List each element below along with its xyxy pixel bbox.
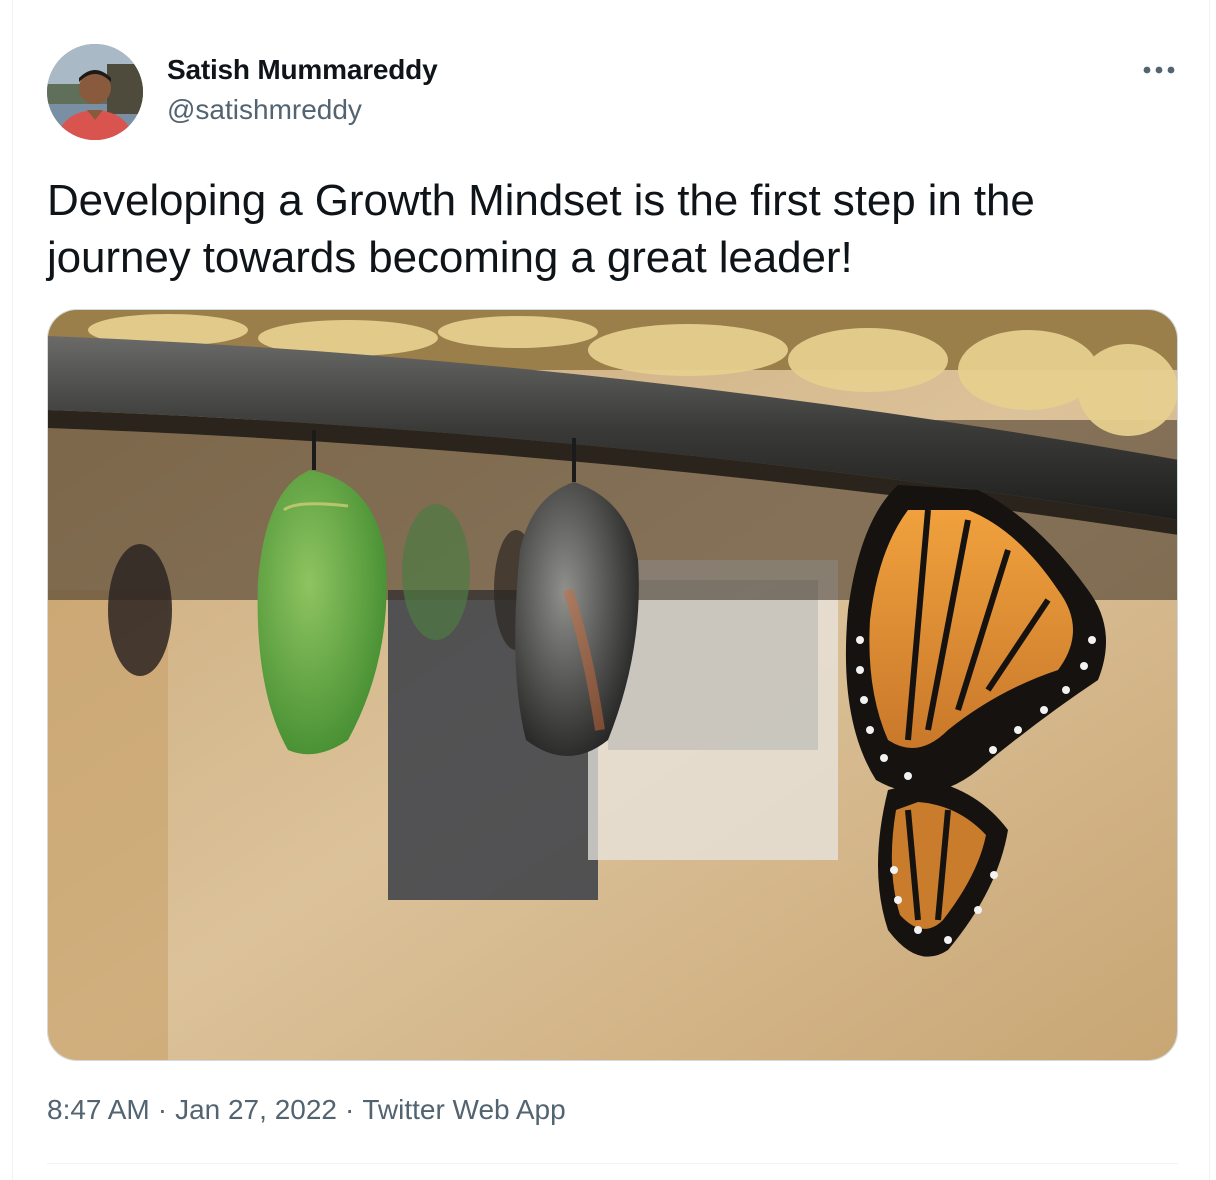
- tweet-card: Satish Mummareddy @satishmreddy Developi…: [12, 0, 1210, 1180]
- tweet-media[interactable]: [47, 309, 1178, 1061]
- author-display-name[interactable]: Satish Mummareddy: [167, 54, 438, 86]
- meta-separator: ·: [344, 1094, 355, 1125]
- tweet-time[interactable]: 8:47 AM: [47, 1094, 150, 1125]
- photo-chrysalis-butterfly-icon: [48, 310, 1177, 1060]
- avatar-photo-icon: [47, 44, 143, 140]
- divider: [47, 1163, 1178, 1164]
- tweet-text: Developing a Growth Mindset is the first…: [47, 176, 1035, 282]
- more-icon: [1143, 66, 1175, 74]
- more-options-button[interactable]: [1137, 50, 1181, 90]
- author-avatar[interactable]: [47, 44, 143, 140]
- tweet-source[interactable]: Twitter Web App: [362, 1094, 565, 1125]
- meta-separator: ·: [157, 1094, 168, 1125]
- tweet-meta: 8:47 AM · Jan 27, 2022 · Twitter Web App: [47, 1094, 566, 1126]
- tweet-date[interactable]: Jan 27, 2022: [175, 1094, 337, 1125]
- author-handle[interactable]: @satishmreddy: [167, 94, 362, 126]
